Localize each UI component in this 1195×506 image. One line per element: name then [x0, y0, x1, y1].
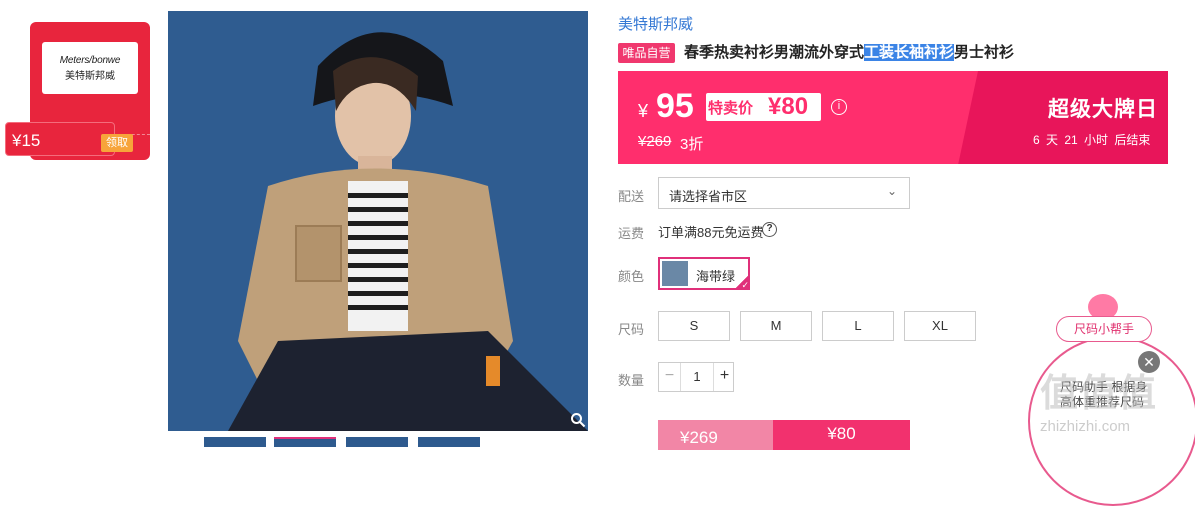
- help-icon[interactable]: ?: [762, 222, 777, 237]
- shipping-label: 运费: [618, 226, 645, 241]
- logo-line2: 美特斯邦威: [65, 70, 115, 82]
- brand-link[interactable]: 美特斯邦威: [618, 13, 693, 34]
- buy-sale-price-button[interactable]: ¥80: [773, 420, 910, 450]
- price-currency: ¥: [638, 101, 649, 121]
- quantity-value[interactable]: 1: [681, 363, 713, 391]
- region-select-text: 请选择省市区: [669, 189, 748, 204]
- product-photo-illustration: [168, 11, 588, 431]
- size-option-l[interactable]: L: [822, 311, 894, 341]
- color-option-name: 海带绿: [696, 269, 736, 284]
- title-suffix: 男士衬衫: [954, 44, 1015, 61]
- product-image[interactable]: [168, 11, 588, 431]
- size-option-xl[interactable]: XL: [904, 311, 976, 341]
- size-helper-button[interactable]: 尺码小帮手: [1056, 316, 1152, 342]
- watermark-url: zhizhizhi.com: [1040, 418, 1131, 435]
- size-label: 尺码: [618, 322, 645, 337]
- thumbnail-3[interactable]: [346, 437, 408, 447]
- thumbnail-1[interactable]: [204, 437, 266, 447]
- color-option[interactable]: 海带绿 ✓: [658, 257, 750, 290]
- zoom-icon[interactable]: [570, 412, 586, 428]
- buy-original-price-button[interactable]: ¥269: [658, 420, 773, 450]
- increment-button[interactable]: +: [713, 363, 735, 391]
- brand-logo: Meters/bonwe 美特斯邦威: [42, 42, 138, 94]
- claim-coupon-button[interactable]: 领取: [101, 134, 133, 152]
- discount-rate: 3折: [680, 136, 704, 153]
- thumbnail-4[interactable]: [418, 437, 480, 447]
- logo-line1: Meters/bonwe: [59, 54, 121, 66]
- thumbnail-2[interactable]: [274, 437, 336, 447]
- size-option-s[interactable]: S: [658, 311, 730, 341]
- price-banner: ¥ 95 特卖价 ¥80 i ¥269 3折 超级大牌日 6 天 21 小时 后…: [618, 71, 1168, 164]
- sale-price-value: ¥80: [768, 93, 809, 120]
- event-title: 超级大牌日: [1048, 98, 1158, 121]
- vip-self-operated-tag: 唯品自营: [618, 43, 675, 63]
- decrement-button[interactable]: −: [659, 363, 681, 391]
- sale-price-label: 特卖价: [708, 100, 754, 117]
- title-highlight: 工装长袖衬衫: [864, 44, 955, 61]
- quantity-label: 数量: [618, 373, 645, 388]
- product-title: 春季热卖衬衫男潮流外穿式工装长袖衬衫男士衬衫: [684, 41, 1014, 62]
- size-option-m[interactable]: M: [740, 311, 812, 341]
- info-icon[interactable]: i: [831, 99, 847, 115]
- watermark-logo: 值值值: [1040, 373, 1158, 415]
- quantity-stepper: − 1 +: [658, 362, 734, 392]
- color-label: 颜色: [618, 269, 645, 284]
- delivery-label: 配送: [618, 189, 645, 204]
- shipping-info: 订单满88元免运费: [658, 225, 764, 240]
- coupon-amount: ¥15: [12, 131, 41, 150]
- close-icon[interactable]: ✕: [1138, 351, 1160, 373]
- current-price: 95: [656, 87, 694, 125]
- chevron-down-icon: ⌄: [887, 184, 898, 198]
- region-select[interactable]: 请选择省市区 ⌄: [658, 177, 910, 209]
- event-countdown: 6 天 21 小时 后结束: [1033, 133, 1151, 147]
- title-prefix: 春季热卖衬衫男潮流外穿式: [684, 44, 865, 61]
- selected-check-icon: ✓: [732, 276, 750, 290]
- original-price: ¥269: [638, 133, 672, 150]
- color-swatch-image: [662, 261, 688, 286]
